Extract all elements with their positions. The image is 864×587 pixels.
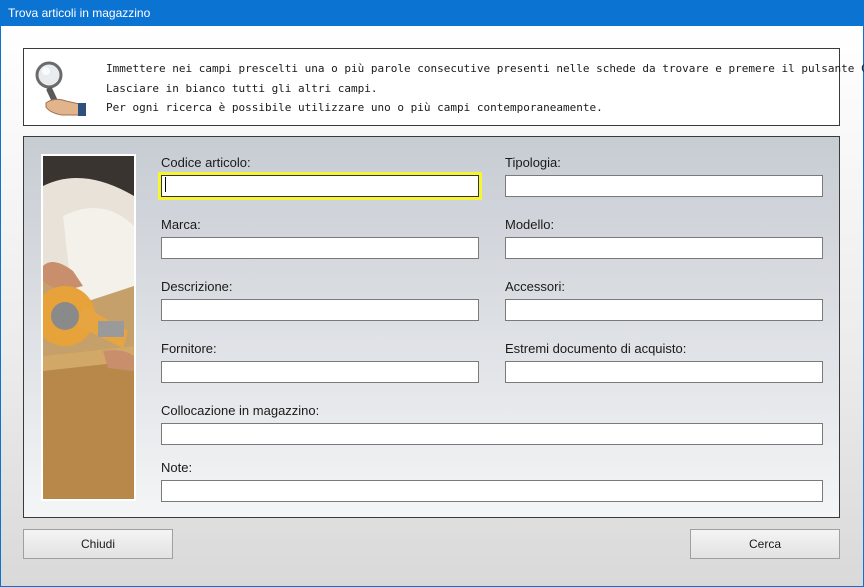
tipologia-input[interactable]: [505, 175, 823, 197]
marca-input[interactable]: [161, 237, 479, 259]
modello-input[interactable]: [505, 237, 823, 259]
text-caret: [165, 177, 166, 192]
modello-label: Modello:: [505, 217, 555, 232]
close-button[interactable]: Chiudi: [23, 529, 173, 559]
note-input[interactable]: [161, 480, 823, 502]
instruction-line-3: Per ogni ricerca è possibile utilizzare …: [106, 101, 603, 114]
codice-articolo-label: Codice articolo:: [161, 155, 251, 170]
window-title: Trova articoli in magazzino: [8, 6, 151, 20]
descrizione-input[interactable]: [161, 299, 479, 321]
collocazione-label: Collocazione in magazzino:: [161, 403, 320, 418]
fornitore-input[interactable]: [161, 361, 479, 383]
codice-articolo-input[interactable]: [161, 175, 479, 197]
packing-tape-image: [43, 156, 134, 499]
estremi-documento-input[interactable]: [505, 361, 823, 383]
dialog-client-area: Immettere nei campi prescelti una o più …: [1, 26, 864, 586]
descrizione-label: Descrizione:: [161, 279, 233, 294]
tipologia-label: Tipologia:: [505, 155, 561, 170]
estremi-documento-label: Estremi documento di acquisto:: [505, 341, 687, 356]
marca-label: Marca:: [161, 217, 201, 232]
instruction-line-1: Immettere nei campi prescelti una o più …: [106, 62, 864, 75]
window-title-bar[interactable]: Trova articoli in magazzino: [0, 0, 864, 26]
accessori-input[interactable]: [505, 299, 823, 321]
fornitore-label: Fornitore:: [161, 341, 217, 356]
accessori-label: Accessori:: [505, 279, 565, 294]
collocazione-input[interactable]: [161, 423, 823, 445]
instruction-line-2: Lasciare in bianco tutti gli altri campi…: [106, 82, 378, 95]
warehouse-packing-photo: [41, 154, 136, 501]
magnifier-hand-icon: [35, 61, 86, 116]
search-form-panel: Codice articolo: Tipologia: Marca: Model…: [23, 136, 840, 518]
note-label: Note:: [161, 460, 193, 475]
search-button[interactable]: Cerca: [690, 529, 840, 559]
instructions-panel: Immettere nei campi prescelti una o più …: [23, 48, 864, 126]
